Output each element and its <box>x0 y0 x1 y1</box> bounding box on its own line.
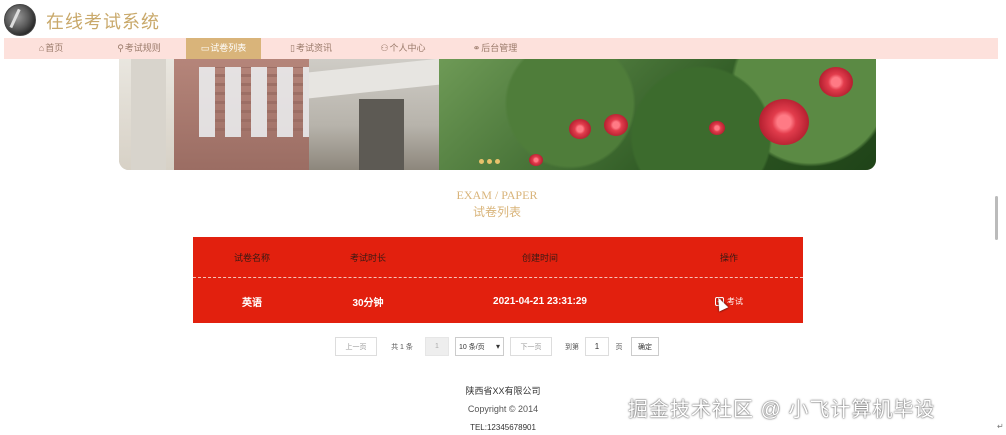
next-page-button[interactable]: 下一页 <box>510 337 552 356</box>
table-header-row: 试卷名称 考试时长 创建时间 操作 <box>193 237 803 278</box>
footer-tel: TEL:12345678901 <box>470 423 536 432</box>
nav-item-home[interactable]: ⌂首页 <box>22 38 80 59</box>
goto-label: 到第 <box>565 343 579 351</box>
section-title-cn: 试卷列表 <box>472 205 521 219</box>
site-title[interactable]: 在线考试系统 <box>46 8 160 34</box>
banner-carousel[interactable] <box>119 59 876 170</box>
column-header-name: 试卷名称 <box>233 252 270 263</box>
cell-created-time: 2021-04-21 23:31:29 <box>493 295 587 307</box>
banner-flower <box>759 99 809 145</box>
leaf-logo-icon[interactable] <box>4 4 36 36</box>
page-size-value: 10 条/页 <box>459 343 485 351</box>
banner-flower <box>529 154 543 166</box>
nav-item-label: 后台管理 <box>481 43 518 53</box>
main-nav: ⌂首页 ⚲考试规则 ▭试卷列表 ▯考试资讯 ⚇个人中心 ⚭后台管理 <box>4 38 998 59</box>
nav-item-admin[interactable]: ⚭后台管理 <box>459 38 531 59</box>
table-row: 英语 30分钟 2021-04-21 23:31:29 ✓ 考试 <box>193 279 803 323</box>
page-size-select[interactable]: 10 条/页 ▾ <box>455 337 504 356</box>
banner-flower <box>604 114 628 136</box>
chevron-down-icon: ▾ <box>495 342 500 351</box>
cell-duration: 30分钟 <box>352 297 384 309</box>
column-header-created: 创建时间 <box>521 252 558 263</box>
watermark-text: 掘金技术社区 @ 小飞计算机毕设 <box>628 399 936 421</box>
link-icon: ⚭ <box>472 43 481 53</box>
nav-item-label: 考试规则 <box>124 43 161 53</box>
nav-item-label: 首页 <box>45 43 64 53</box>
banner-flower <box>709 121 725 135</box>
nav-item-exam-news[interactable]: ▯考试资讯 <box>276 38 346 59</box>
paper-table: 试卷名称 考试时长 创建时间 操作 英语 30分钟 2021-04-21 23:… <box>193 237 803 323</box>
nav-item-paper-list[interactable]: ▭试卷列表 <box>186 38 261 59</box>
take-exam-label: 考试 <box>727 296 743 306</box>
nav-item-exam-rules[interactable]: ⚲考试规则 <box>104 38 174 59</box>
nav-item-user-center[interactable]: ⚇个人中心 <box>368 38 438 59</box>
carousel-indicators[interactable] <box>479 151 519 164</box>
banner-flower <box>569 119 591 139</box>
pagination: 上一页 共 1 条 1 10 条/页 ▾ 下一页 到第 1 页 确定 <box>0 337 1006 356</box>
column-header-action: 操作 <box>719 252 738 263</box>
current-page-button[interactable]: 1 <box>425 337 449 356</box>
tag-icon: ⚲ <box>117 43 124 53</box>
cell-paper-name: 英语 <box>242 297 262 309</box>
confirm-goto-button[interactable]: 确定 <box>631 337 659 356</box>
site-header: 在线考试系统 <box>0 0 1006 38</box>
goto-page-input[interactable]: 1 <box>585 337 609 356</box>
nav-item-label: 个人中心 <box>389 43 426 53</box>
banner-flower <box>819 67 853 97</box>
nav-item-label: 考试资讯 <box>295 43 332 53</box>
user-icon: ⚇ <box>380 43 389 53</box>
banner-gate <box>309 59 449 170</box>
document-icon: ▯ <box>290 43 295 53</box>
banner-pillar <box>131 59 166 170</box>
return-mark-icon: ↵ <box>997 422 1004 431</box>
total-count: 共 1 条 <box>391 343 413 351</box>
cell-action: ✓ 考试 <box>655 279 803 323</box>
section-title-en: EXAM / PAPER <box>456 188 538 202</box>
home-icon: ⌂ <box>38 43 45 53</box>
page-scrollbar[interactable] <box>995 196 998 240</box>
nav-item-label: 试卷列表 <box>210 43 247 53</box>
column-header-duration: 考试时长 <box>349 252 386 263</box>
page-unit: 页 <box>615 343 623 351</box>
paper-icon: ▭ <box>200 43 210 53</box>
prev-page-button[interactable]: 上一页 <box>335 337 377 356</box>
